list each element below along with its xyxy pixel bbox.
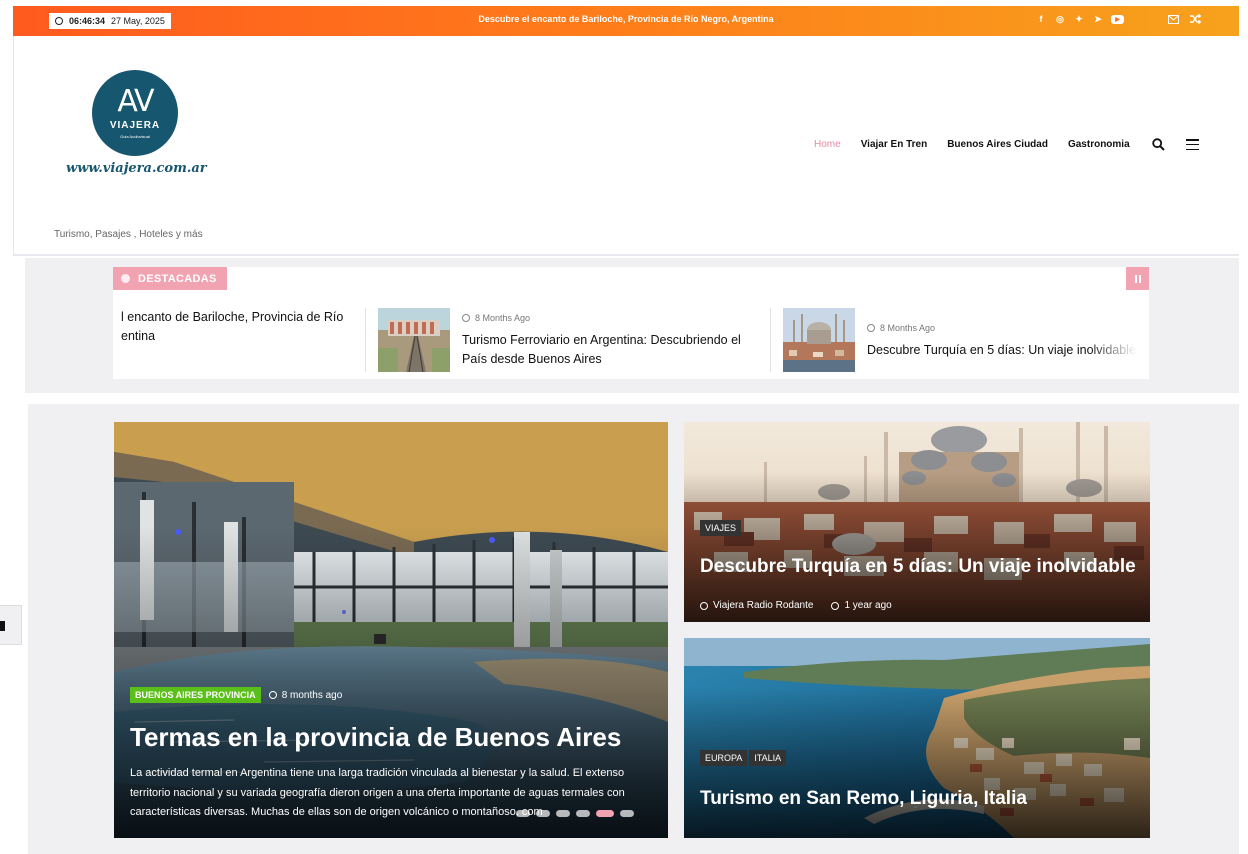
ticker-divider	[770, 308, 771, 372]
mail-icon[interactable]	[1167, 13, 1179, 25]
slider-dot[interactable]	[536, 810, 550, 817]
pause-button[interactable]	[1126, 267, 1149, 290]
user-icon	[700, 601, 708, 610]
logo-brand: VIAJERA	[109, 120, 161, 131]
search-icon[interactable]	[1152, 138, 1166, 152]
ticker-item-meta: 8 Months Ago	[462, 313, 530, 323]
side-card-title[interactable]: Descubre Turquía en 5 días: Un viaje ino…	[700, 556, 1136, 578]
hero-category-badge[interactable]: BUENOS AIRES PROVINCIA	[130, 687, 261, 703]
category-badge-europa[interactable]: EUROPA	[700, 750, 748, 766]
twitter-icon[interactable]: ✦	[1073, 13, 1085, 25]
nav-item-viajar-en-tren[interactable]: Viajar En Tren	[861, 139, 928, 150]
utility-links	[1167, 13, 1201, 25]
logo-letters: AV	[117, 84, 154, 119]
category-badge-italia[interactable]: ITALIA	[749, 750, 787, 766]
ticker-fade	[1089, 297, 1149, 379]
side-card-categories: EUROPA ITALIA	[700, 750, 787, 766]
slider-dot[interactable]	[516, 810, 530, 817]
clock-icon	[268, 691, 277, 699]
site-header: AV VIAJERA Guia Audiovisual www.viajera.…	[13, 36, 1239, 256]
side-card-time: 1 year ago	[844, 600, 892, 611]
ticker-item-meta: 8 Months Ago	[867, 323, 935, 333]
featured-label-text: DESTACADAS	[138, 272, 217, 285]
ticker-item[interactable]: l encanto de Bariloche, Provincia de Río…	[121, 308, 361, 372]
site-tagline: Turismo, Pasajes , Hoteles y más	[54, 229, 203, 240]
nav-item-buenos-aires-ciudad[interactable]: Buenos Aires Ciudad	[947, 139, 1048, 150]
side-card-title[interactable]: Turismo en San Remo, Liguria, Italia	[700, 788, 1027, 810]
ticker-item-image[interactable]	[378, 308, 450, 372]
ticker-item[interactable]: 8 Months Ago Turismo Ferroviario en Arge…	[378, 308, 758, 372]
nav-item-gastronomia[interactable]: Gastronomia	[1068, 139, 1130, 150]
clock-icon	[831, 601, 840, 610]
side-card-categories: VIAJES	[700, 518, 742, 536]
top-bar: 06:46:34 27 May, 2025 Descubre el encant…	[13, 6, 1239, 36]
slider-dot[interactable]	[576, 810, 590, 817]
hero-title[interactable]: Termas en la provincia de Buenos Aires	[130, 722, 621, 753]
drawer-handle-icon	[0, 621, 5, 631]
ticker-item-image[interactable]	[783, 308, 855, 372]
nav-item-home[interactable]: Home	[814, 139, 841, 150]
side-card-san-remo[interactable]: EUROPA ITALIA Turismo en San Remo, Ligur…	[684, 638, 1150, 838]
live-dot-icon	[121, 274, 130, 283]
slider-dot[interactable]	[556, 810, 570, 817]
instagram-icon[interactable]: ◎	[1054, 13, 1066, 25]
hero-time-text: 8 months ago	[281, 689, 343, 701]
slider-dot-active[interactable]	[596, 810, 614, 817]
clock-icon	[867, 324, 875, 332]
slider-dots	[516, 810, 634, 817]
ticker-item-time: 8 Months Ago	[880, 323, 936, 333]
featured-section: DESTACADAS l encanto de Bariloche, Provi…	[25, 258, 1239, 393]
hero-card[interactable]: BUENOS AIRES PROVINCIA 8 months ago Term…	[114, 422, 668, 838]
youtube-icon[interactable]: ▶	[1111, 15, 1124, 24]
telegram-icon[interactable]: ➤	[1092, 13, 1104, 25]
category-badge[interactable]: VIAJES	[700, 520, 742, 536]
slider-dot[interactable]	[620, 810, 634, 817]
side-drawer-tab[interactable]	[0, 605, 22, 645]
facebook-icon[interactable]: f	[1035, 13, 1047, 25]
menu-icon[interactable]	[1186, 139, 1199, 150]
featured-label: DESTACADAS	[113, 267, 227, 290]
site-logo[interactable]: AV VIAJERA Guia Audiovisual	[92, 70, 178, 156]
ticker-item-title[interactable]: l encanto de Bariloche, Provincia de Río…	[121, 308, 361, 346]
side-card-author[interactable]: Viajera Radio Rodante	[713, 600, 813, 611]
hero-meta: BUENOS AIRES PROVINCIA 8 months ago	[130, 687, 342, 703]
logo-subtitle: Guia Audiovisual	[120, 134, 150, 139]
social-links: f ◎ ✦ ➤ ▶	[1035, 13, 1124, 25]
hero-time: 8 months ago	[268, 689, 343, 701]
ticker-item-time: 8 Months Ago	[475, 313, 531, 323]
featured-ticker: DESTACADAS l encanto de Bariloche, Provi…	[113, 267, 1149, 379]
ticker-item-title[interactable]: Turismo Ferroviario en Argentina: Descub…	[462, 331, 757, 369]
main-nav: Home Viajar En Tren Buenos Aires Ciudad …	[814, 139, 1130, 150]
shuffle-icon[interactable]	[1189, 13, 1201, 25]
ticker-divider	[365, 308, 366, 372]
logo-url[interactable]: www.viajera.com.ar	[66, 161, 207, 176]
page: 06:46:34 27 May, 2025 Descubre el encant…	[0, 0, 1248, 854]
side-card-turquia[interactable]: VIAJES Descubre Turquía en 5 días: Un vi…	[684, 422, 1150, 622]
side-card-meta: Viajera Radio Rodante 1 year ago	[700, 600, 892, 611]
clock-icon	[462, 314, 470, 322]
